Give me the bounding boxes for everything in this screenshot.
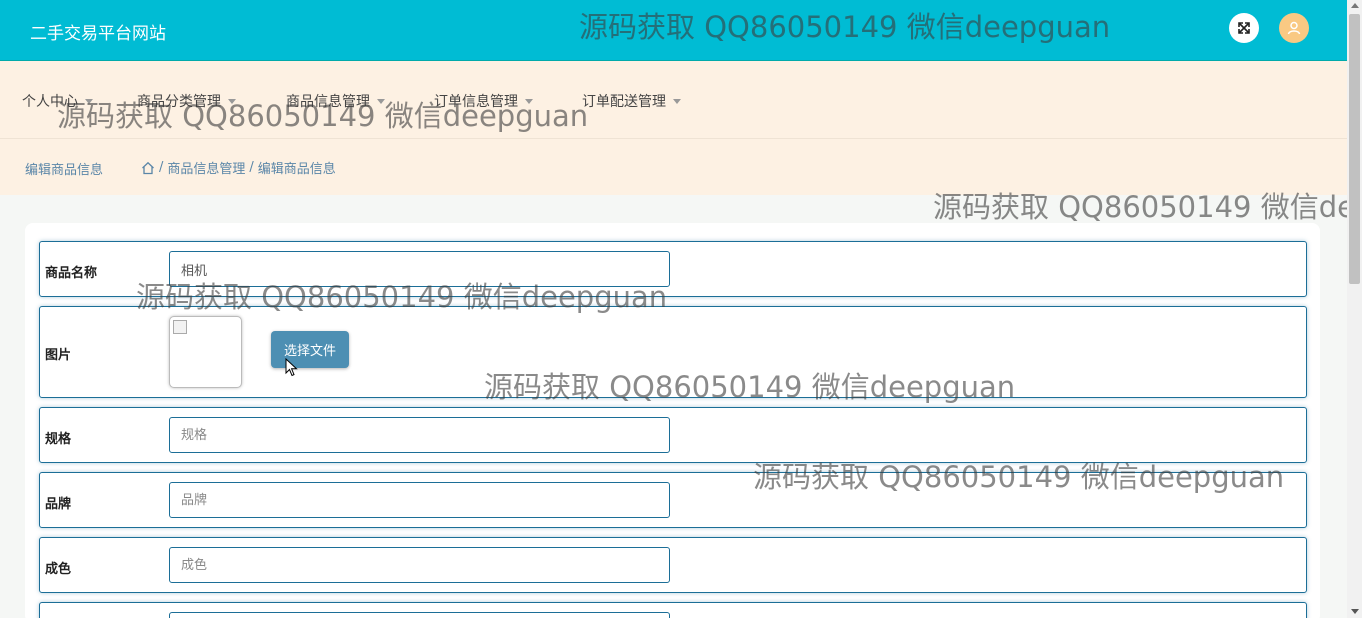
user-icon bbox=[1287, 21, 1301, 35]
breadcrumb-bar: 编辑商品信息 / 商品信息管理 / 编辑商品信息 bbox=[0, 139, 1347, 195]
breadcrumb-separator: / bbox=[249, 160, 254, 175]
top-header: 二手交易平台网站 bbox=[0, 0, 1347, 61]
chevron-down-icon bbox=[377, 98, 385, 104]
product-name-label: 商品名称 bbox=[45, 266, 98, 281]
form-row-brand: 品牌 bbox=[39, 472, 1307, 528]
page-title: 编辑商品信息 bbox=[25, 163, 104, 178]
spec-label: 规格 bbox=[45, 432, 72, 447]
breadcrumb-separator: / bbox=[159, 160, 164, 175]
brand-input[interactable] bbox=[169, 482, 670, 518]
app-title: 二手交易平台网站 bbox=[30, 24, 166, 44]
nav-item-product-management[interactable]: 商品信息管理 bbox=[286, 91, 385, 111]
nav-item-category-management[interactable]: 商品分类管理 bbox=[137, 91, 236, 111]
fullscreen-icon bbox=[1238, 22, 1250, 34]
next-input[interactable] bbox=[169, 612, 670, 618]
nav-item-personal-center[interactable]: 个人中心 bbox=[22, 91, 93, 111]
chevron-down-icon bbox=[85, 98, 93, 104]
nav-label: 订单信息管理 bbox=[434, 94, 518, 110]
breadcrumb: / 商品信息管理 / 编辑商品信息 bbox=[141, 158, 336, 177]
mouse-cursor-icon bbox=[285, 358, 298, 377]
nav-label: 商品分类管理 bbox=[137, 94, 221, 110]
form-row-image: 图片 选择文件 bbox=[39, 306, 1307, 398]
nav-item-delivery-management[interactable]: 订单配送管理 bbox=[582, 91, 681, 111]
choose-file-button[interactable]: 选择文件 bbox=[271, 331, 349, 368]
image-preview bbox=[169, 316, 242, 388]
user-avatar-button[interactable] bbox=[1279, 13, 1309, 43]
home-icon[interactable] bbox=[141, 161, 155, 175]
chevron-down-icon bbox=[525, 98, 533, 104]
form-row-condition: 成色 bbox=[39, 537, 1307, 593]
nav-item-order-management[interactable]: 订单信息管理 bbox=[434, 91, 533, 111]
form-row-spec: 规格 bbox=[39, 407, 1307, 463]
nav-label: 订单配送管理 bbox=[582, 94, 666, 110]
chevron-down-icon bbox=[228, 98, 236, 104]
image-label: 图片 bbox=[45, 348, 72, 363]
vertical-scrollbar[interactable] bbox=[1347, 0, 1362, 618]
product-name-input[interactable] bbox=[169, 251, 670, 287]
form-row-product-name: 商品名称 bbox=[39, 241, 1307, 297]
chevron-down-icon bbox=[673, 98, 681, 104]
breadcrumb-item-edit-product: 编辑商品信息 bbox=[257, 162, 336, 177]
brand-label: 品牌 bbox=[45, 497, 72, 512]
scroll-down-arrow-icon[interactable] bbox=[1351, 609, 1359, 614]
nav-label: 商品信息管理 bbox=[286, 94, 370, 110]
nav-label: 个人中心 bbox=[22, 94, 78, 110]
scrollbar-thumb[interactable] bbox=[1349, 14, 1360, 284]
spec-input[interactable] bbox=[169, 417, 670, 453]
breadcrumb-item-product-management[interactable]: 商品信息管理 bbox=[167, 158, 245, 177]
condition-label: 成色 bbox=[45, 562, 72, 577]
condition-input[interactable] bbox=[169, 547, 670, 583]
fullscreen-button[interactable] bbox=[1229, 13, 1259, 43]
form-row-next bbox=[39, 602, 1307, 618]
scroll-up-arrow-icon[interactable] bbox=[1351, 3, 1359, 8]
main-nav: 个人中心 商品分类管理 商品信息管理 订单信息管理 订单配送管理 bbox=[0, 61, 1347, 139]
broken-image-icon bbox=[173, 320, 187, 334]
